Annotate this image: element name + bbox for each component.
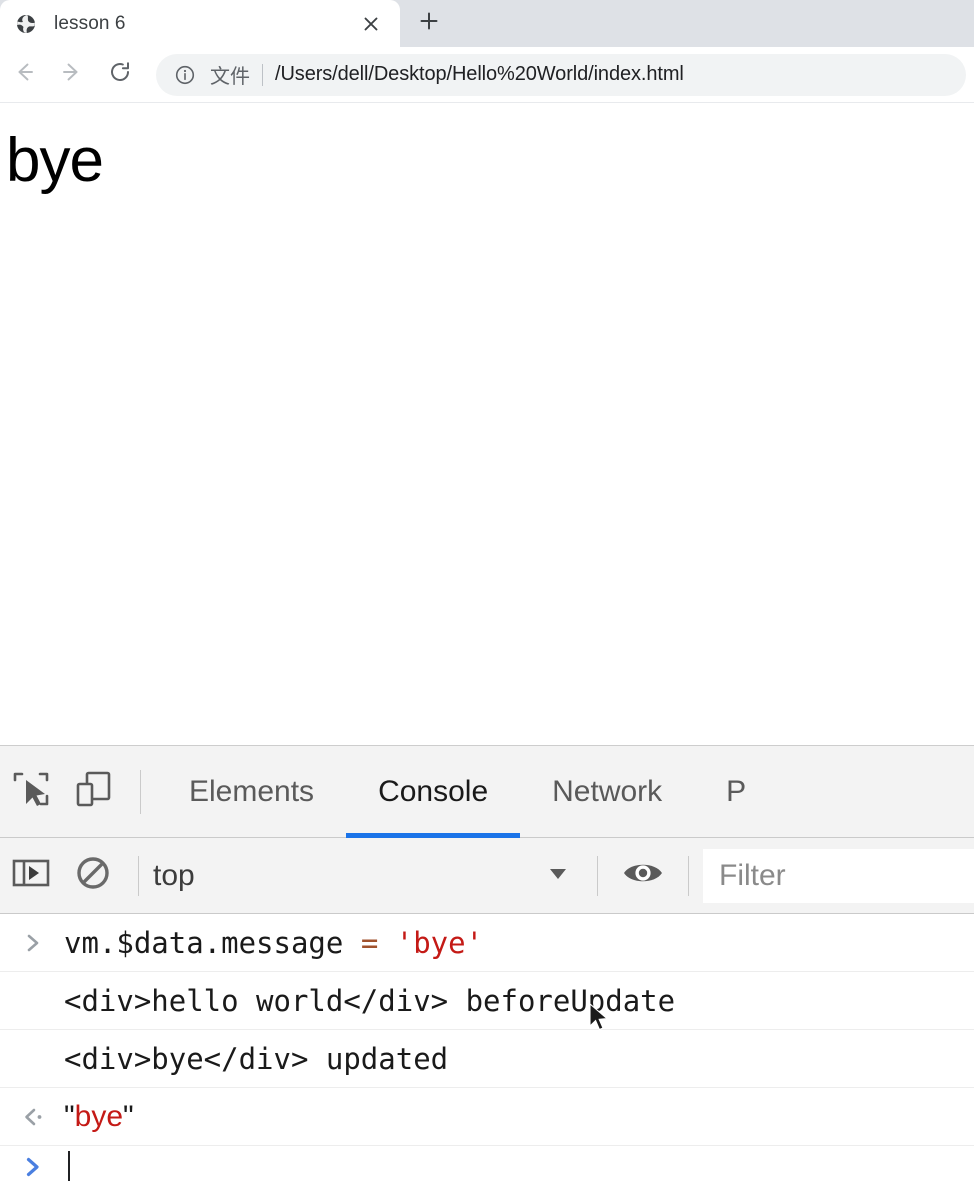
code-operator: =	[360, 925, 379, 960]
prompt-chevron-icon	[8, 932, 58, 954]
execution-context-label: top	[153, 858, 195, 892]
reload-button[interactable]	[96, 51, 144, 99]
console-input-row[interactable]: vm.$data.message = 'bye'	[0, 914, 974, 972]
console-result-text: "bye"	[58, 1100, 974, 1134]
return-arrow-icon	[8, 1106, 58, 1128]
browser-window: lesson 6 文件 /Users/dell/Desktop/Hello%20…	[0, 0, 974, 1181]
inspect-element-icon	[8, 766, 54, 817]
clear-console-icon	[73, 853, 113, 898]
console-result-row: "bye"	[0, 1088, 974, 1146]
url-text: /Users/dell/Desktop/Hello%20World/index.…	[275, 63, 684, 85]
new-tab-button[interactable]	[400, 0, 458, 47]
live-expression-button[interactable]	[612, 845, 674, 907]
divider	[597, 855, 598, 896]
filter-input[interactable]: Filter	[703, 848, 974, 903]
console-log: vm.$data.message = 'bye' <div>hello worl…	[0, 914, 974, 1181]
device-toolbar-icon	[70, 766, 116, 817]
console-prompt-row[interactable]	[0, 1146, 974, 1181]
arrow-right-icon	[59, 59, 85, 90]
console-sidebar-button[interactable]	[0, 845, 62, 907]
tab-network[interactable]: Network	[520, 746, 694, 838]
reload-icon	[107, 59, 133, 90]
result-quote-close: "	[123, 1099, 134, 1133]
tab-performance[interactable]: P	[694, 746, 778, 838]
console-log-text: <div>bye</div> updated	[64, 1041, 449, 1076]
result-value: bye	[74, 1099, 124, 1133]
console-log-row: <div>bye</div> updated	[0, 1030, 974, 1088]
address-bar[interactable]: 文件 /Users/dell/Desktop/Hello%20World/ind…	[156, 53, 966, 96]
eye-icon	[621, 858, 665, 893]
console-log-row: <div>hello world</div> beforeUpdate	[0, 972, 974, 1030]
clear-console-button[interactable]	[62, 845, 124, 907]
console-log-text: <div>hello world</div> beforeUpdate	[64, 983, 676, 1018]
close-icon[interactable]	[356, 9, 386, 39]
tab-title: lesson 6	[54, 12, 126, 34]
devtools-panel: Elements Console Network P top Filter vm…	[0, 745, 974, 1181]
tab-elements[interactable]: Elements	[157, 746, 346, 838]
result-quote-open: "	[64, 1099, 75, 1133]
divider	[138, 855, 139, 896]
forward-button[interactable]	[48, 51, 96, 99]
text-caret	[68, 1150, 70, 1181]
tab-console[interactable]: Console	[346, 746, 521, 838]
divider	[688, 855, 689, 896]
device-toolbar-button[interactable]	[62, 761, 124, 823]
browser-tab-lesson-6[interactable]: lesson 6	[0, 0, 400, 47]
devtools-tabbar: Elements Console Network P	[0, 746, 974, 838]
code-string: 'bye'	[395, 925, 484, 960]
tab-strip: lesson 6	[0, 0, 974, 47]
execution-context-selector[interactable]: top	[153, 859, 583, 893]
page-viewport: bye	[0, 103, 974, 745]
prompt-chevron-icon	[8, 1155, 58, 1179]
console-toolbar: top Filter	[0, 838, 974, 914]
globe-icon	[16, 14, 36, 34]
info-circle-icon[interactable]	[174, 64, 196, 86]
code-plain: vm.$data.message	[64, 925, 361, 960]
omnibox-divider	[262, 63, 263, 86]
arrow-left-icon	[11, 59, 37, 90]
console-input-text: vm.$data.message = 'bye'	[58, 926, 974, 960]
console-sidebar-icon	[9, 851, 53, 900]
chevron-down-icon	[545, 860, 571, 891]
back-button[interactable]	[0, 51, 48, 99]
divider	[140, 769, 141, 814]
browser-toolbar: 文件 /Users/dell/Desktop/Hello%20World/ind…	[0, 47, 974, 103]
url-scheme-label: 文件	[210, 66, 250, 88]
page-heading: bye	[6, 126, 104, 195]
plus-icon	[418, 10, 440, 37]
console-prompt-input[interactable]	[58, 1149, 974, 1181]
inspect-element-button[interactable]	[0, 761, 62, 823]
